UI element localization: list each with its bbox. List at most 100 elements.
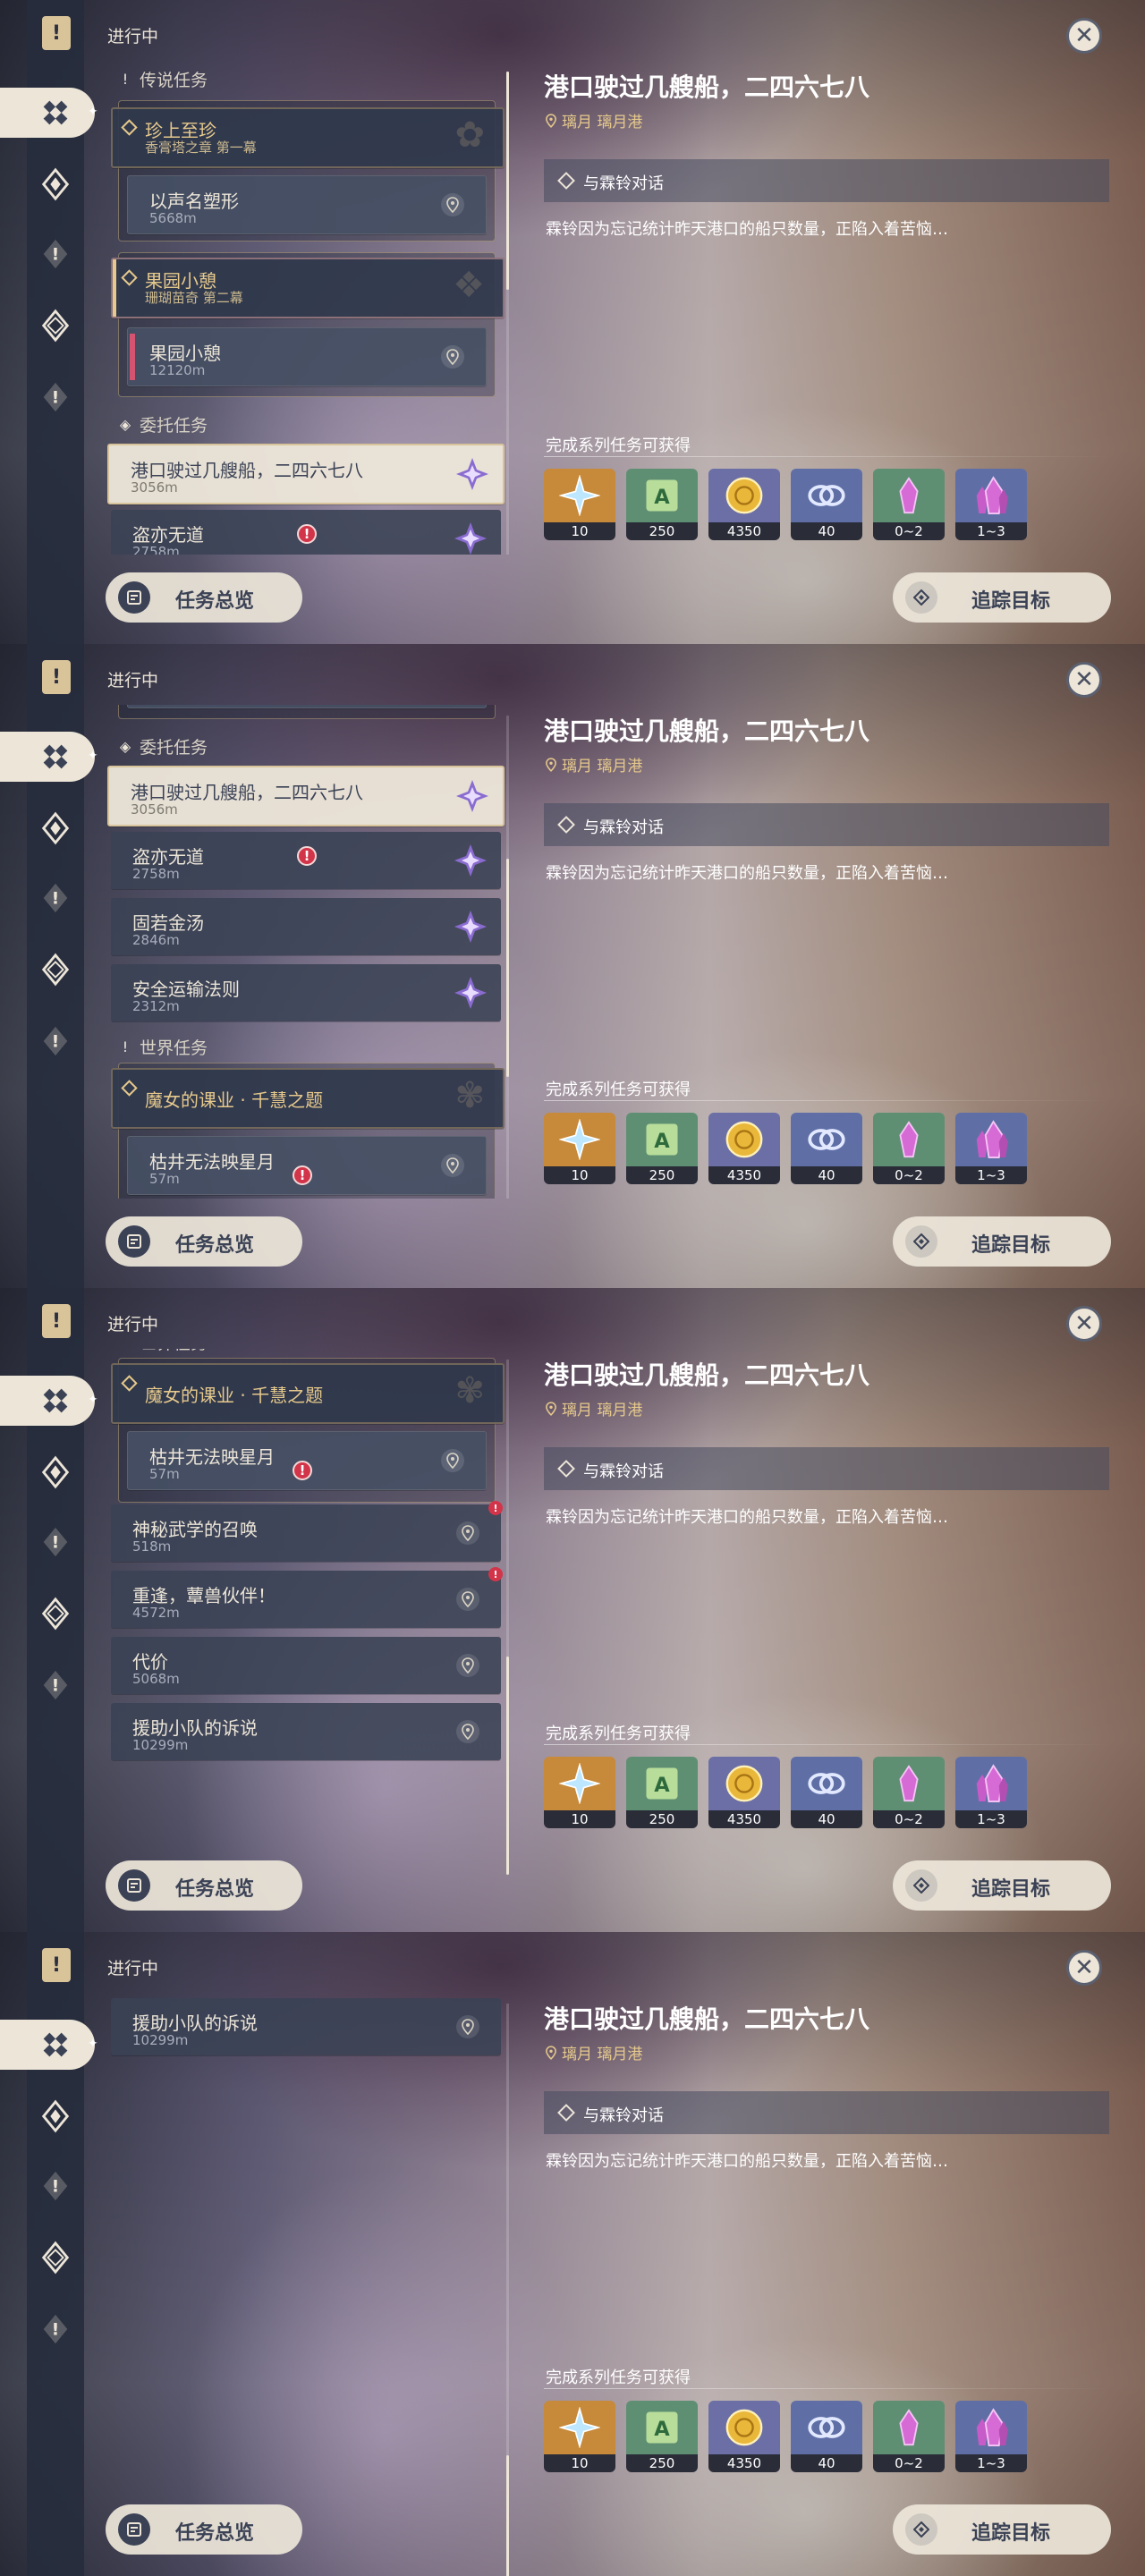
track-objective-button[interactable]: 追踪目标 [893,572,1111,623]
quest-list[interactable]: !传说任务 珍上至珍 香膏塔之章 第一幕 ✿ 以声名塑形 5668m [107,61,508,555]
map-pin-icon[interactable] [456,2015,479,2038]
reward-adventure-exp[interactable]: A 250 [626,1757,698,1828]
commission-quest-icon[interactable] [36,950,75,989]
map-pin-icon[interactable] [456,1588,479,1611]
quest-book-icon[interactable]: ! [42,16,71,50]
all-quests-icon[interactable] [36,737,75,776]
reward-crystal-large[interactable]: 1~3 [955,1113,1027,1184]
map-pin-icon[interactable] [456,1720,479,1743]
commission-2-card[interactable]: 盗亦无道 2758m ! [111,510,501,555]
world-quest-icon[interactable]: ! [36,234,75,274]
track-objective-button[interactable]: 追踪目标 [893,1216,1111,1267]
track-objective-button[interactable]: 追踪目标 [893,2504,1111,2555]
reward-primogem[interactable]: 10 [544,469,615,540]
quest-list-scrollbar[interactable] [506,2004,509,2576]
quest-list[interactable]: !传说任务 珍上至珍 香膏塔之章 第一幕 ✿ 以声名塑形 5668m [107,1349,508,1843]
legend-chapter-2-card[interactable]: 果园小憩 珊瑚苗奇 第二幕 ❖ [111,258,505,318]
legend-step-2-card[interactable]: 果园小憩 12120m [127,327,487,386]
legend-step-2-card[interactable]: 果园小憩 12120m [127,705,487,708]
reward-primogem[interactable]: 10 [544,1757,615,1828]
reward-companionship-exp[interactable]: 40 [791,2401,862,2472]
map-pin-icon[interactable] [441,345,464,369]
all-quests-icon[interactable] [36,93,75,132]
reward-crystal-large[interactable]: 1~3 [955,469,1027,540]
quest-overview-button[interactable]: 任务总览 [106,1216,302,1267]
quest-overview-button[interactable]: 任务总览 [106,1860,302,1911]
close-button[interactable]: ✕ [1066,662,1102,698]
world-3-card[interactable]: 重逢，蕈兽伙伴！ 4572m ! [111,1567,503,1628]
scroll-thumb[interactable] [506,1657,509,1875]
reward-crystal-large[interactable]: 1~3 [955,1757,1027,1828]
legend-chapter-1-card[interactable]: 珍上至珍 香膏塔之章 第一幕 ✿ [111,107,505,168]
commission-quest-icon[interactable] [36,306,75,345]
reward-crystal-large[interactable]: 1~3 [955,2401,1027,2472]
scroll-thumb[interactable] [506,859,509,1077]
scroll-thumb[interactable] [506,72,509,290]
close-button[interactable]: ✕ [1066,18,1102,54]
event-quest-icon[interactable]: ! [36,1665,75,1705]
reward-companionship-exp[interactable]: 40 [791,1757,862,1828]
commission-3-card[interactable]: 固若金汤 2846m [111,898,501,955]
reward-crystal-small[interactable]: 0~2 [873,2401,945,2472]
quest-book-icon[interactable]: ! [42,1948,71,1982]
world-chapter-card[interactable]: 魔女的课业 · 千慧之题 ✾ [111,1363,505,1424]
quest-book-icon[interactable]: ! [42,1304,71,1338]
world-quest-icon[interactable]: ! [36,2166,75,2206]
reward-mora[interactable]: 4350 [708,1113,780,1184]
quest-list-scrollbar[interactable] [506,72,509,555]
map-pin-icon[interactable] [441,1449,464,1472]
archon-quest-icon[interactable] [36,2097,75,2136]
reward-adventure-exp[interactable]: A 250 [626,2401,698,2472]
map-pin-icon[interactable] [441,1154,464,1177]
commission-2-card[interactable]: 盗亦无道 2758m ! [111,832,501,889]
world-4-card[interactable]: 代价 5068m [111,1637,501,1694]
map-pin-icon[interactable] [441,193,464,216]
commission-quest-icon[interactable] [36,1594,75,1633]
world-2-card[interactable]: 神秘武学的召唤 518m ! [111,1501,503,1562]
quest-overview-button[interactable]: 任务总览 [106,572,302,623]
quest-book-icon[interactable]: ! [42,660,71,694]
reward-primogem[interactable]: 10 [544,2401,615,2472]
reward-crystal-small[interactable]: 0~2 [873,469,945,540]
quest-overview-button[interactable]: 任务总览 [106,2504,302,2555]
close-button[interactable]: ✕ [1066,1306,1102,1342]
event-quest-icon[interactable]: ! [36,377,75,417]
commission-1-card[interactable]: 港口驶过几艘船，二四六七八 3056m [107,444,505,504]
all-quests-icon[interactable] [36,1381,75,1420]
reward-crystal-small[interactable]: 0~2 [873,1113,945,1184]
reward-crystal-small[interactable]: 0~2 [873,1757,945,1828]
commission-1-card[interactable]: 港口驶过几艘船，二四六七八 3056m [107,766,505,826]
quest-list-scrollbar[interactable] [506,716,509,1199]
map-pin-icon[interactable] [456,1521,479,1545]
event-quest-icon[interactable]: ! [36,2309,75,2349]
reward-primogem[interactable]: 10 [544,1113,615,1184]
reward-companionship-exp[interactable]: 40 [791,1113,862,1184]
quest-list[interactable]: !传说任务 珍上至珍 香膏塔之章 第一幕 ✿ 以声名塑形 5668m [107,705,508,1199]
reward-mora[interactable]: 4350 [708,469,780,540]
quest-list[interactable]: !传说任务 珍上至珍 香膏塔之章 第一幕 ✿ 以声名塑形 5668m [107,1993,508,2487]
world-5-card[interactable]: 援助小队的诉说 10299m [111,1998,501,2055]
archon-quest-icon[interactable] [36,1453,75,1492]
reward-mora[interactable]: 4350 [708,1757,780,1828]
reward-companionship-exp[interactable]: 40 [791,469,862,540]
map-pin-icon[interactable] [456,1654,479,1677]
reward-adventure-exp[interactable]: A 250 [626,469,698,540]
legend-step-1-card[interactable]: 以声名塑形 5668m [127,175,487,234]
close-button[interactable]: ✕ [1066,1950,1102,1986]
commission-quest-icon[interactable] [36,2238,75,2277]
world-quest-icon[interactable]: ! [36,878,75,918]
reward-adventure-exp[interactable]: A 250 [626,1113,698,1184]
all-quests-icon[interactable] [36,2025,75,2064]
world-1-card[interactable]: 枯井无法映星月 57m ! [127,1431,487,1490]
track-objective-button[interactable]: 追踪目标 [893,1860,1111,1911]
world-chapter-card[interactable]: 魔女的课业 · 千慧之题 ✾ [111,1068,505,1129]
reward-mora[interactable]: 4350 [708,2401,780,2472]
world-1-card[interactable]: 枯井无法映星月 57m ! [127,1136,487,1195]
world-quest-icon[interactable]: ! [36,1522,75,1562]
archon-quest-icon[interactable] [36,809,75,848]
scroll-thumb[interactable] [506,2455,509,2576]
world-5-card[interactable]: 援助小队的诉说 10299m [111,1703,501,1760]
quest-list-scrollbar[interactable] [506,1360,509,1875]
commission-4-card[interactable]: 安全运输法则 2312m [111,964,501,1021]
event-quest-icon[interactable]: ! [36,1021,75,1061]
